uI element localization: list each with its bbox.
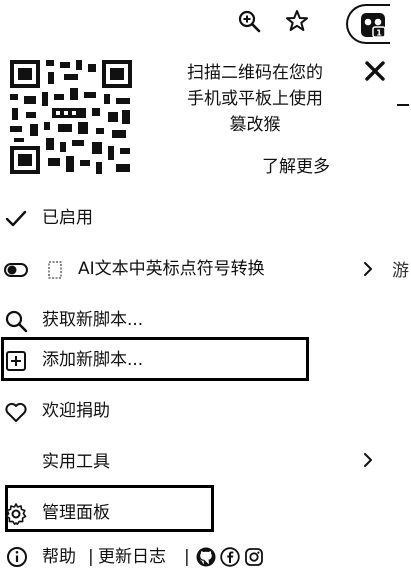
bookmark-star-icon[interactable] [284,8,310,34]
menu-item-add-script[interactable]: 添加新脚本... [0,340,400,380]
help-link[interactable]: 帮助 [42,545,76,569]
close-icon[interactable] [362,58,388,84]
menu-item-script[interactable]: AI文本中英标点符号转换 [0,249,400,289]
gear-icon [5,503,27,525]
menu-item-label: 实用工具 [42,452,110,472]
menu-item-donate[interactable]: 欢迎捐助 [0,391,400,431]
menu-item-label: 管理面板 [42,503,110,523]
qr-code [8,58,134,178]
promo-line-3: 篡改猴 [229,115,281,135]
edge-divider [397,104,409,106]
chevron-right-icon [364,453,372,467]
menu-item-label: 已启用 [42,208,93,228]
chevron-right-icon [364,262,372,276]
script-favicon-icon [48,261,62,279]
menu-item-label: AI文本中英标点符号转换 [78,259,265,279]
heart-icon [5,402,27,422]
tampermonkey-icon: 1 [361,13,386,38]
menu-item-enabled[interactable]: 已启用 [0,198,400,238]
zoom-in-icon[interactable] [236,8,262,34]
learn-more-link[interactable]: 了解更多 [262,152,330,177]
mobile-promo-text: 扫描二维码在您的 手机或平板上使用 篡改猴 [160,60,350,138]
tampermonkey-extension-button[interactable]: 1 [346,4,390,44]
search-icon [5,310,28,333]
menu-item-label: 欢迎捐助 [42,401,110,421]
menu-item-dashboard[interactable]: 管理面板 [0,493,400,533]
changelog-link[interactable]: 更新日志 [98,545,166,569]
checkmark-icon [5,210,27,227]
clipped-submenu-text: 游 [392,261,409,281]
promo-line-1: 扫描二维码在您的 [187,63,323,83]
promo-line-2: 手机或平板上使用 [187,89,323,109]
info-icon [7,547,27,567]
footer-separator: | [184,547,190,567]
instagram-icon[interactable] [244,547,264,567]
svg-text:1: 1 [376,29,382,38]
menu-item-get-scripts[interactable]: 获取新脚本... [0,300,400,340]
footer-separator: | [88,547,94,567]
menu-item-label: 获取新脚本... [42,310,144,330]
github-icon[interactable] [196,547,216,567]
facebook-icon[interactable] [220,547,240,567]
menu-item-utilities[interactable]: 实用工具 [0,442,400,482]
add-square-icon [6,351,26,371]
menu-item-label: 添加新脚本... [42,350,144,370]
toggle-on-icon [4,263,28,277]
footer-links: 帮助 | 更新日志 | [0,540,411,574]
